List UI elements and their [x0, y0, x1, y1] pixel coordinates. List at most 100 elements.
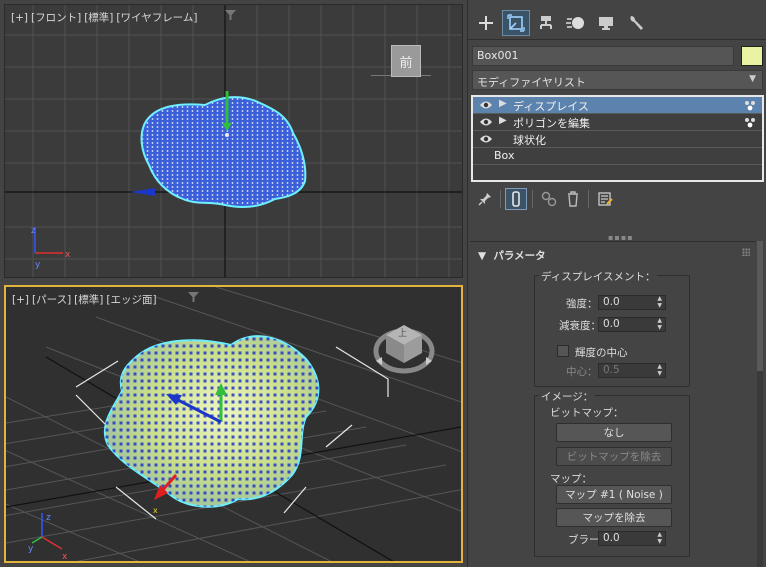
tube-icon	[512, 191, 520, 207]
viewcube-front[interactable]: 前	[371, 45, 441, 81]
expand-arrow-icon[interactable]: ▶	[499, 98, 507, 109]
show-end-result-button[interactable]	[505, 188, 527, 210]
strength-value: 0.0	[603, 296, 620, 308]
viewport-mode-menu[interactable]: [標準]	[74, 294, 103, 306]
svg-text:x: x	[65, 250, 71, 260]
tab-hierarchy[interactable]	[532, 10, 560, 36]
viewport-shading-menu[interactable]: [ワイヤフレーム]	[116, 12, 197, 24]
blur-spinner[interactable]: 0.0 ▲ ▼	[598, 531, 666, 546]
spinner-arrows-icon[interactable]: ▲ ▼	[657, 363, 662, 377]
spinner-arrows-icon[interactable]: ▲ ▼	[657, 317, 662, 331]
tab-display[interactable]	[592, 10, 620, 36]
tab-utilities[interactable]	[622, 10, 650, 36]
svg-text:x: x	[153, 506, 158, 515]
center-label: 中心：	[566, 366, 598, 378]
map-button[interactable]: マップ #1 ( Noise )	[556, 485, 672, 504]
pin-icon	[478, 193, 491, 206]
object-name-field[interactable]: Box001	[472, 46, 734, 66]
monitor-icon	[599, 17, 613, 30]
parameters-rollout: ▼ パラメータ ディスプレイスメント： 強度： 0.0 ▲ ▼ 減衰度： 0.0 …	[470, 241, 756, 567]
viewport-view-menu[interactable]: [フロント]	[31, 12, 81, 24]
trash-icon	[568, 191, 578, 207]
spinner-arrows-icon[interactable]: ▲ ▼	[657, 531, 662, 545]
wrench-icon	[630, 16, 643, 30]
svg-text:x: x	[62, 552, 68, 561]
panel-scrollbar[interactable]	[757, 241, 763, 567]
parameters-rollout-header[interactable]: ▼ パラメータ	[478, 248, 546, 263]
stack-item-edit-poly[interactable]: ▶ ポリゴンを編集	[473, 114, 762, 131]
panel-scrollbar-thumb[interactable]	[757, 241, 763, 371]
viewport-plus-menu[interactable]: [+]	[11, 12, 28, 24]
expand-arrow-icon[interactable]: ▶	[499, 115, 507, 126]
modifier-list-label: モディファイヤリスト	[477, 76, 586, 89]
pin-stack-button[interactable]	[474, 188, 496, 210]
stack-item-displace[interactable]: ▶ ディスプレイス	[473, 97, 762, 114]
viewport-shading-menu[interactable]: [エッジ面]	[106, 294, 156, 306]
luminance-center-checkbox[interactable]	[557, 345, 569, 357]
modifier-list-dropdown[interactable]: モディファイヤリスト ▼	[472, 70, 763, 90]
front-viewport[interactable]: z y x [+] [フロント] [標準] [ワイヤフレーム] 前	[4, 4, 463, 278]
remove-bitmap-button[interactable]: ビットマップを除去	[556, 447, 672, 466]
blur-value: 0.0	[603, 532, 620, 544]
image-group-title: イメージ：	[539, 389, 596, 404]
perspective-viewport-label[interactable]: [+] [パース] [標準] [エッジ面]	[12, 292, 160, 307]
perspective-viewport[interactable]: x z y x [+] [パース] [標準] [エッジ面] 上	[4, 285, 463, 563]
command-panel-tabs	[468, 6, 766, 40]
viewcube-face-label: 前	[391, 45, 421, 77]
configure-icon	[598, 192, 613, 206]
make-unique-button[interactable]	[538, 188, 560, 210]
tab-create[interactable]	[472, 10, 500, 36]
stack-toolbar	[472, 188, 632, 212]
luminance-center-label: 輝度の中心	[575, 347, 628, 359]
svg-text:z: z	[31, 226, 36, 236]
viewport-mode-menu[interactable]: [標準]	[84, 12, 113, 24]
stack-item-label: Box	[494, 149, 515, 162]
modifier-stack[interactable]: ▶ ディスプレイス ▶ ポリゴンを編集 球状化 Box	[471, 95, 764, 182]
svg-text:y: y	[35, 260, 41, 270]
filter-icon[interactable]	[188, 292, 199, 303]
motion-icon	[566, 17, 584, 29]
stack-item-base-object[interactable]: Box	[473, 148, 762, 165]
plus-icon	[479, 16, 493, 30]
viewport-plus-menu[interactable]: [+]	[12, 294, 29, 306]
tab-modify[interactable]	[502, 10, 530, 36]
viewcube-persp[interactable]: 上	[372, 317, 438, 379]
stack-item-spherify[interactable]: 球状化	[473, 131, 762, 148]
modify-icon	[507, 14, 525, 32]
svg-text:y: y	[28, 544, 34, 554]
filter-icon[interactable]	[225, 10, 236, 21]
gizmo-icon	[745, 118, 755, 128]
stack-item-label: ポリゴンを編集	[513, 117, 590, 130]
gizmo-icon	[745, 101, 755, 111]
displaced-mesh-front[interactable]	[140, 96, 307, 208]
rollout-drag-handle[interactable]	[742, 248, 750, 256]
command-panel: Box001 モディファイヤリスト ▼ ▶ ディスプレイス ▶ ポリゴンを編集 …	[467, 0, 766, 567]
center-spinner[interactable]: 0.5 ▲ ▼	[598, 363, 666, 378]
axis-tripod-persp: z y x	[28, 513, 68, 561]
svg-text:z: z	[46, 513, 51, 523]
chevron-down-icon: ▼	[749, 74, 756, 84]
stack-item-label: 球状化	[513, 134, 546, 147]
object-color-swatch[interactable]	[741, 46, 763, 66]
bitmap-button[interactable]: なし	[556, 423, 672, 442]
make-unique-icon	[541, 191, 557, 207]
decay-value: 0.0	[603, 318, 620, 330]
spinner-arrows-icon[interactable]: ▲ ▼	[657, 295, 662, 309]
viewcube-face-label: 上	[398, 329, 408, 339]
decay-spinner[interactable]: 0.0 ▲ ▼	[598, 317, 666, 332]
eye-icon[interactable]	[479, 116, 493, 128]
viewport-view-menu[interactable]: [パース]	[32, 294, 71, 306]
configure-modifier-sets-button[interactable]	[594, 188, 616, 210]
eye-icon[interactable]	[479, 133, 493, 145]
remove-map-button[interactable]: マップを除去	[556, 508, 672, 527]
eye-icon[interactable]	[479, 99, 493, 111]
strength-spinner[interactable]: 0.0 ▲ ▼	[598, 295, 666, 310]
hierarchy-icon	[540, 16, 552, 29]
strength-label: 強度：	[566, 298, 598, 310]
stack-item-label: ディスプレイス	[513, 100, 589, 113]
decay-label: 減衰度：	[559, 320, 601, 332]
remove-modifier-button[interactable]	[562, 188, 584, 210]
front-viewport-label[interactable]: [+] [フロント] [標準] [ワイヤフレーム]	[11, 10, 200, 25]
map-label: マップ：	[550, 473, 592, 485]
tab-motion[interactable]	[562, 10, 590, 36]
